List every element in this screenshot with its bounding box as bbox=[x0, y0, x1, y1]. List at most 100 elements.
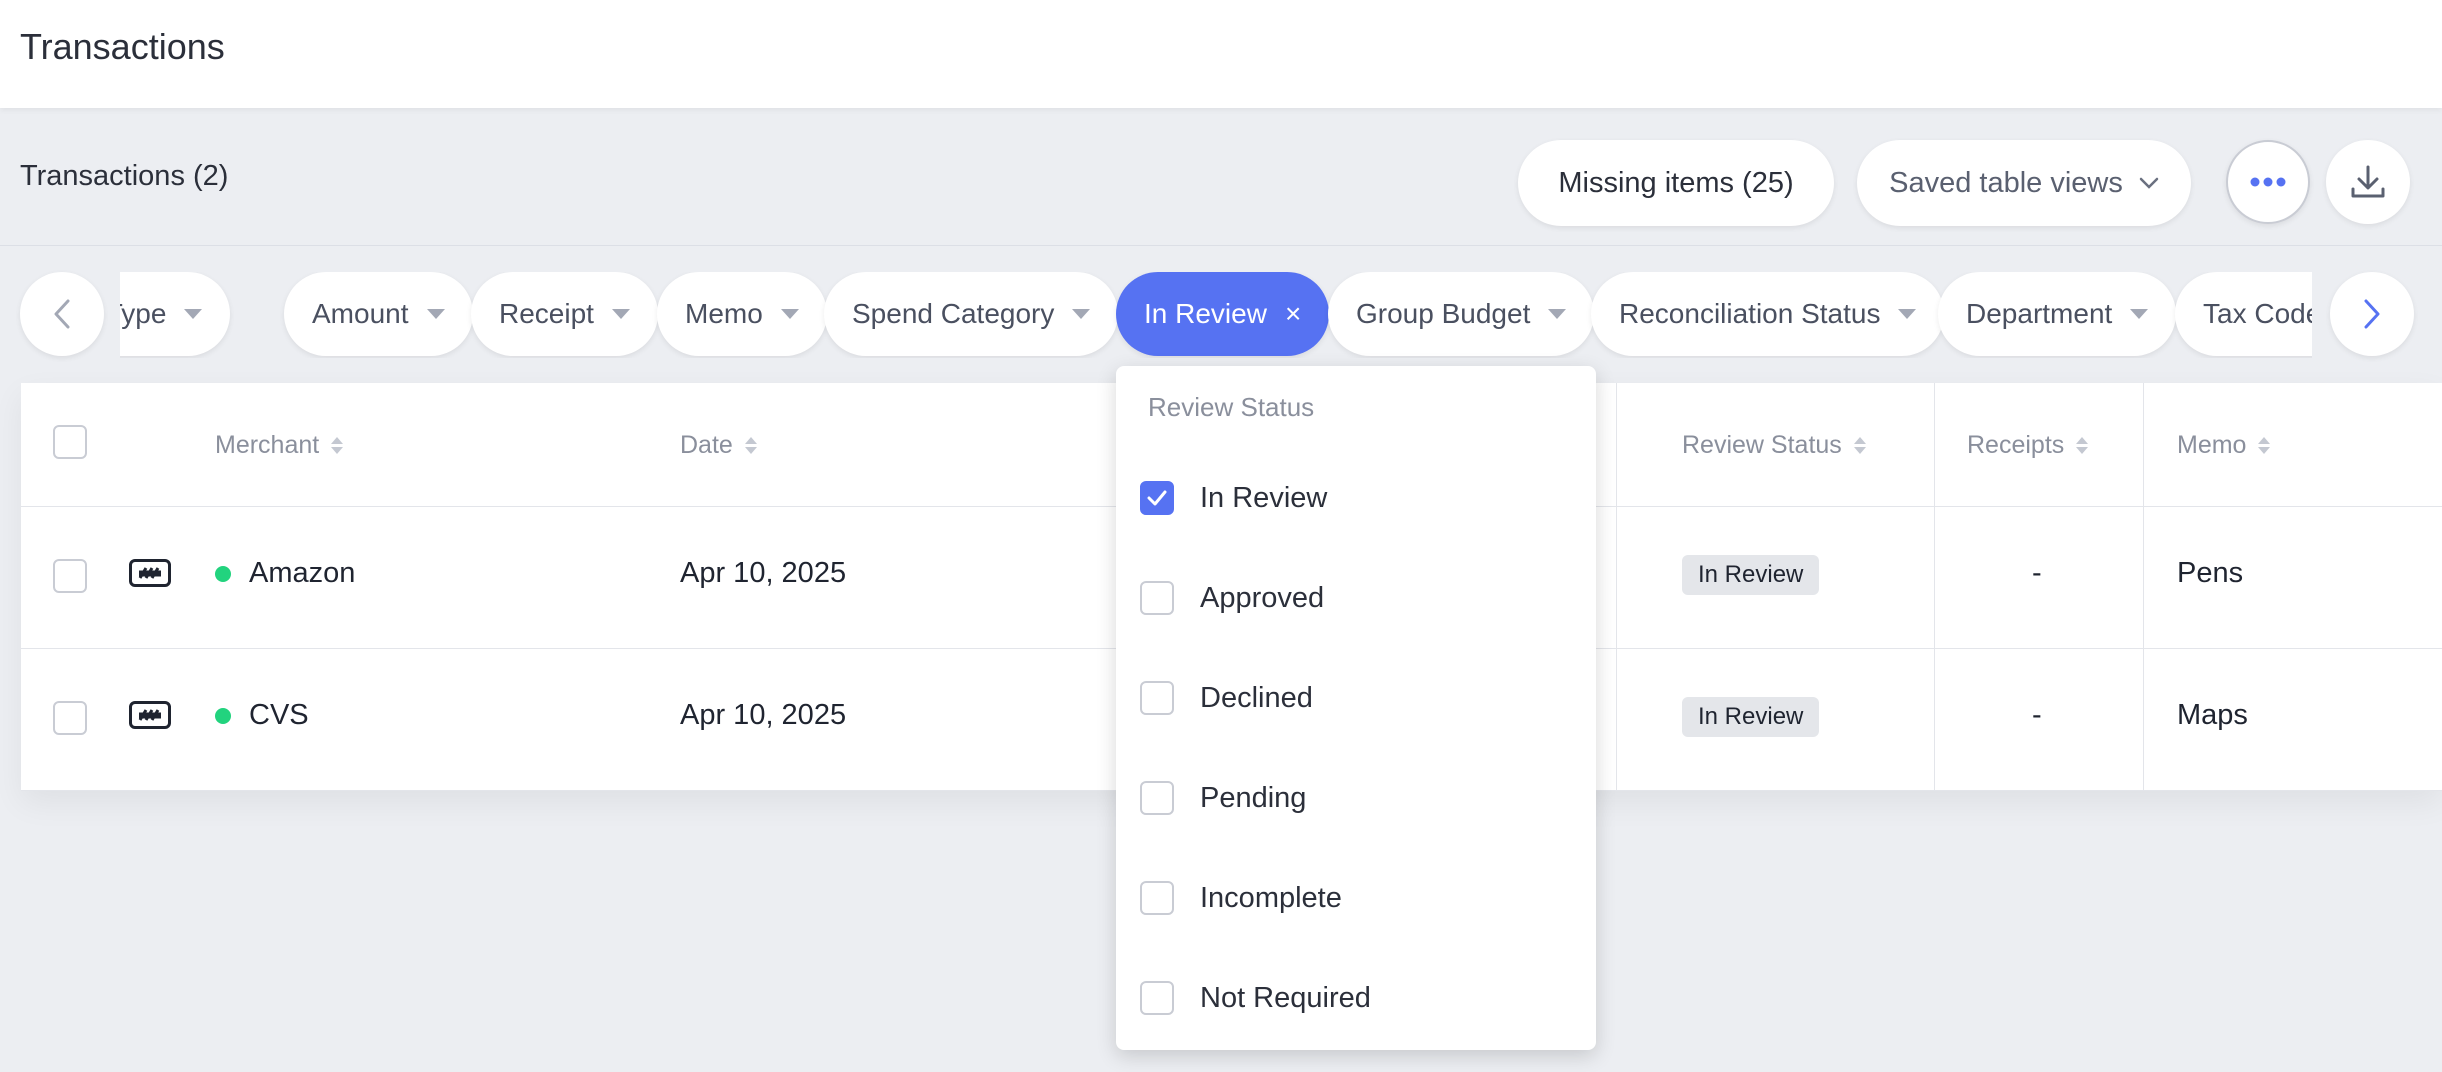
option-declined[interactable]: Declined bbox=[1140, 673, 1313, 723]
column-header-label: Review Status bbox=[1682, 431, 1842, 459]
download-icon bbox=[2351, 165, 2385, 198]
option-pending[interactable]: Pending bbox=[1140, 773, 1306, 823]
caret-down-icon bbox=[426, 309, 445, 319]
review-status-cell: In Review bbox=[1682, 555, 1820, 595]
column-header-label: Receipts bbox=[1967, 431, 2065, 459]
close-icon[interactable]: × bbox=[1285, 298, 1301, 330]
option-checkbox[interactable] bbox=[1140, 481, 1174, 515]
option-in-review[interactable]: In Review bbox=[1140, 473, 1327, 523]
column-header-merchant[interactable]: Merchant bbox=[215, 431, 344, 460]
chevron-left-icon bbox=[54, 299, 70, 329]
card-icon bbox=[129, 701, 171, 729]
filter-chip-card-type[interactable]: ard Type bbox=[120, 272, 231, 356]
chevron-right-icon bbox=[2364, 299, 2380, 329]
option-not-required[interactable]: Not Required bbox=[1140, 973, 1371, 1023]
caret-down-icon bbox=[1548, 309, 1567, 319]
page-title: Transactions bbox=[20, 26, 225, 67]
saved-table-views-label: Saved table views bbox=[1889, 166, 2123, 199]
column-header-date[interactable]: Date bbox=[680, 431, 757, 460]
saved-table-views-button[interactable]: Saved table views bbox=[1857, 140, 2191, 226]
chip-label: Receipt bbox=[499, 298, 594, 329]
receipts-cell: - bbox=[2032, 557, 2042, 589]
chip-label: In Review bbox=[1144, 298, 1267, 329]
option-checkbox[interactable] bbox=[1140, 781, 1174, 815]
toolbar: Transactions (2) Missing items (25) Save… bbox=[0, 108, 2442, 246]
row-checkbox[interactable] bbox=[53, 701, 87, 735]
filter-chip-in-review[interactable]: In Review × bbox=[1116, 272, 1330, 356]
merchant-name: CVS bbox=[249, 699, 309, 731]
option-checkbox[interactable] bbox=[1140, 681, 1174, 715]
filter-chips: ard Type Amount Receipt Memo Spend Categ… bbox=[120, 272, 2312, 358]
sort-icon bbox=[331, 437, 344, 454]
date-cell: Apr 10, 2025 bbox=[680, 699, 847, 731]
select-all-checkbox[interactable] bbox=[53, 425, 87, 459]
chip-label: Department bbox=[1966, 298, 2113, 329]
merchant-cell: CVS bbox=[215, 699, 309, 732]
chip-label: Amount bbox=[312, 298, 409, 329]
status-dot bbox=[215, 707, 231, 724]
status-dot bbox=[215, 565, 231, 582]
top-bar: Transactions bbox=[0, 0, 2442, 108]
option-checkbox[interactable] bbox=[1140, 981, 1174, 1015]
chip-label: Memo bbox=[685, 298, 763, 329]
merchant-name: Amazon bbox=[249, 557, 356, 589]
sort-icon bbox=[2258, 437, 2271, 454]
chip-label: ard Type bbox=[120, 298, 167, 329]
receipts-cell: - bbox=[2032, 699, 2042, 731]
option-label: Declined bbox=[1200, 681, 1313, 714]
caret-down-icon bbox=[184, 309, 203, 319]
chip-label: Spend Category bbox=[852, 298, 1055, 329]
download-button[interactable] bbox=[2326, 140, 2410, 224]
option-label: Incomplete bbox=[1200, 881, 1342, 914]
option-label: Approved bbox=[1200, 581, 1325, 614]
filter-chip-amount[interactable]: Amount bbox=[284, 272, 473, 356]
filter-chip-department[interactable]: Department bbox=[1938, 272, 2177, 356]
option-approved[interactable]: Approved bbox=[1140, 573, 1324, 623]
filter-chip-tax-code[interactable]: Tax Code bbox=[2175, 272, 2312, 356]
more-icon bbox=[2250, 177, 2286, 187]
column-header-label: Memo bbox=[2177, 431, 2247, 459]
option-label: Not Required bbox=[1200, 981, 1371, 1014]
more-options-button[interactable] bbox=[2226, 140, 2310, 224]
filter-chip-group-budget[interactable]: Group Budget bbox=[1328, 272, 1595, 356]
column-header-review-status[interactable]: Review Status bbox=[1682, 431, 1866, 460]
scroll-right-button[interactable] bbox=[2330, 272, 2414, 356]
column-header-receipts[interactable]: Receipts bbox=[1967, 431, 2089, 460]
review-status-cell: In Review bbox=[1682, 697, 1820, 737]
option-label: In Review bbox=[1200, 481, 1328, 514]
filter-chip-reconciliation-status[interactable]: Reconciliation Status bbox=[1591, 272, 1945, 356]
status-badge: In Review bbox=[1682, 697, 1820, 737]
review-status-dropdown: Review Status In Review Approved Decline… bbox=[1116, 366, 1596, 1050]
column-header-memo[interactable]: Memo bbox=[2177, 431, 2271, 460]
dropdown-title: Review Status bbox=[1148, 392, 1315, 422]
option-checkbox[interactable] bbox=[1140, 581, 1174, 615]
filter-chip-memo[interactable]: Memo bbox=[657, 272, 827, 356]
sort-icon bbox=[1853, 437, 1866, 454]
filter-chip-spend-category[interactable]: Spend Category bbox=[824, 272, 1119, 356]
scroll-left-button[interactable] bbox=[20, 272, 104, 356]
sort-icon bbox=[2076, 437, 2089, 454]
sort-icon bbox=[744, 437, 757, 454]
memo-cell: Pens bbox=[2177, 557, 2244, 589]
transactions-count: Transactions (2) bbox=[20, 160, 229, 192]
caret-down-icon bbox=[780, 309, 799, 319]
date-cell: Apr 10, 2025 bbox=[680, 557, 847, 589]
option-checkbox[interactable] bbox=[1140, 881, 1174, 915]
filter-chip-receipt[interactable]: Receipt bbox=[471, 272, 658, 356]
merchant-cell: Amazon bbox=[215, 557, 355, 590]
caret-down-icon bbox=[1898, 309, 1917, 319]
missing-items-label: Missing items (25) bbox=[1558, 166, 1794, 199]
caret-down-icon bbox=[1072, 309, 1091, 319]
column-header-label: Merchant bbox=[215, 431, 320, 459]
caret-down-icon bbox=[2130, 309, 2149, 319]
chip-label: Tax Code bbox=[2203, 298, 2312, 329]
memo-cell: Maps bbox=[2177, 699, 2248, 731]
option-incomplete[interactable]: Incomplete bbox=[1140, 873, 1342, 923]
filter-bar: ard Type Amount Receipt Memo Spend Categ… bbox=[0, 272, 2442, 358]
option-label: Pending bbox=[1200, 781, 1307, 814]
card-icon bbox=[129, 559, 171, 587]
caret-down-icon bbox=[611, 309, 630, 319]
row-checkbox[interactable] bbox=[53, 559, 87, 593]
check-icon bbox=[1147, 490, 1167, 506]
missing-items-button[interactable]: Missing items (25) bbox=[1518, 140, 1834, 226]
